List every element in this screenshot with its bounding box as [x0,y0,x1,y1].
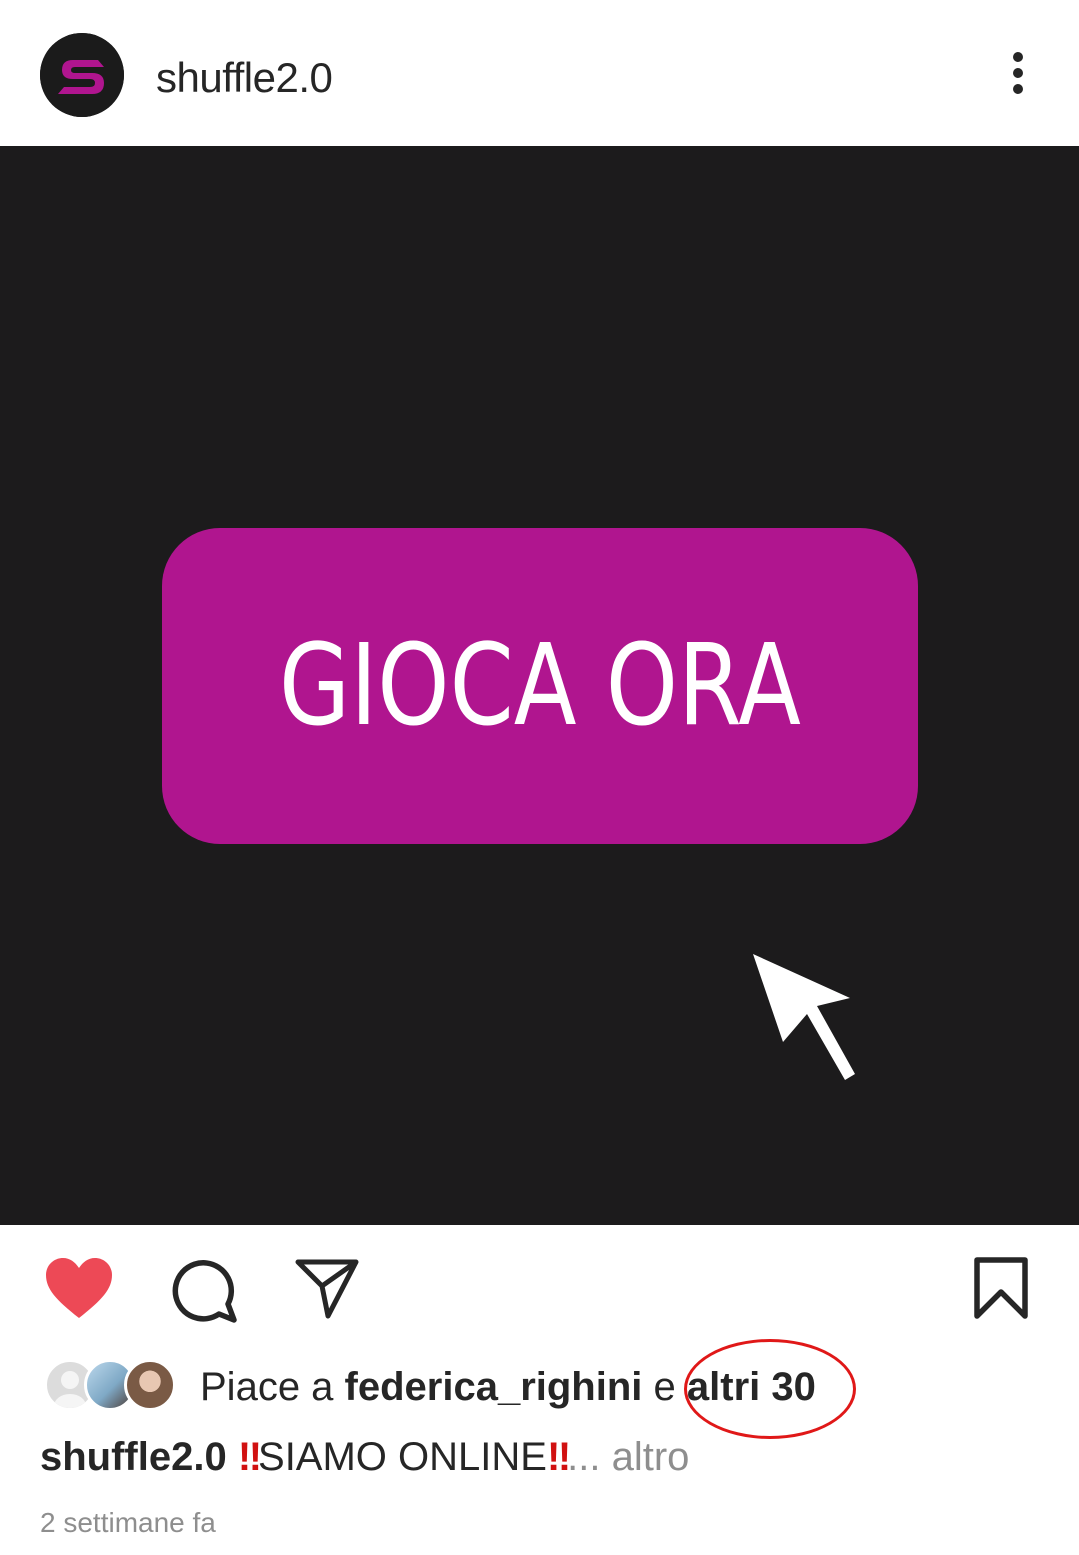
double-exclamation-icon: ‼ [546,1435,571,1479]
play-now-text: GIOCA ORA [279,621,801,751]
post-caption: shuffle2.0 ‼SIAMO ONLINE‼... altro [40,1432,689,1482]
shuffle-logo-icon [40,33,124,117]
caption-username[interactable]: shuffle2.0 [40,1435,227,1479]
double-exclamation-icon: ‼ [237,1435,262,1479]
mouse-pointer-icon [753,954,855,1080]
comment-icon[interactable] [170,1256,238,1324]
send-icon[interactable] [294,1256,360,1320]
action-bar [0,1226,1079,1346]
more-options-icon[interactable] [998,50,1038,96]
caption-ellipsis: ... [567,1435,612,1479]
header-username[interactable]: shuffle2.0 [156,54,333,102]
caption-text: SIAMO ONLINE [258,1435,547,1479]
liker-username[interactable]: federica_righini [345,1365,643,1409]
likes-row: Piace a federica_righini e altri 30 [0,1355,1079,1421]
post-timestamp: 2 settimane fa [40,1507,216,1538]
liker-avatar[interactable] [124,1359,176,1411]
post-header: shuffle2.0 [0,0,1079,146]
post-image[interactable]: GIOCA ORA [0,146,1079,1225]
likes-prefix: Piace a [200,1365,345,1409]
annotation-circle [684,1339,856,1439]
likes-conjunction: e [642,1365,687,1409]
bookmark-icon[interactable] [972,1256,1030,1320]
heart-filled-icon[interactable] [44,1256,114,1320]
profile-avatar[interactable] [40,33,124,117]
play-now-graphic: GIOCA ORA [162,528,918,844]
caption-more-link[interactable]: altro [612,1435,690,1479]
